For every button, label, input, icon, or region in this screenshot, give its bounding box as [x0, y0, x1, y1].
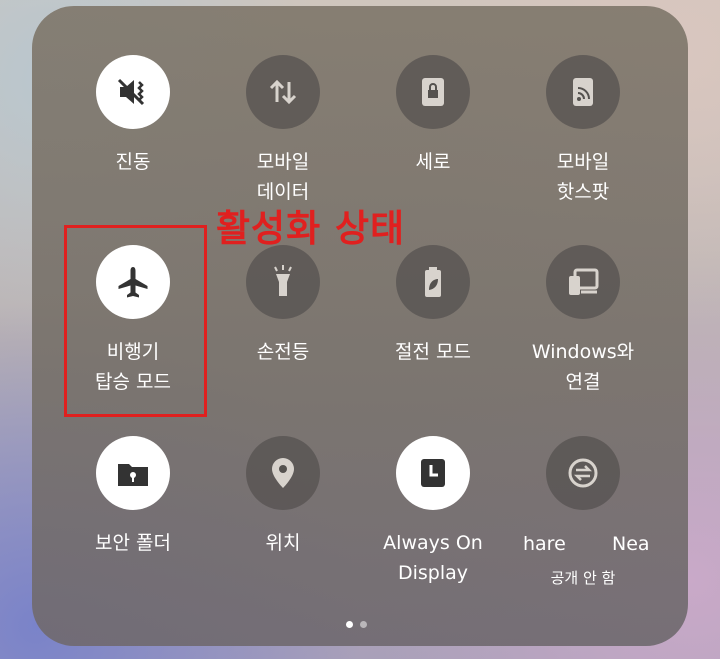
tile-label: 진동 — [115, 151, 151, 173]
page-dot-active[interactable] — [346, 621, 353, 628]
annotation-highlight-box — [64, 225, 207, 417]
tile-label: 손전등 — [256, 341, 310, 363]
battery-saver-icon — [396, 245, 470, 319]
secure-folder-icon — [96, 436, 170, 510]
annotation-text: 활성화 상태 — [216, 207, 406, 250]
vibrate-mute-icon — [96, 55, 170, 129]
quick-share-sublabel: 공개 안 함 — [550, 569, 616, 587]
tile-label: 절전 모드 — [395, 341, 471, 363]
mobile-data-icon — [246, 55, 320, 129]
tile-label: 보안 폴더 — [95, 532, 171, 554]
tile-label: 세로 — [415, 151, 451, 173]
page-indicator — [346, 621, 367, 628]
quick-share-icon — [546, 436, 620, 510]
location-icon — [246, 436, 320, 510]
tile-label: 위치 — [265, 532, 301, 554]
hotspot-icon — [546, 55, 620, 129]
page-dot[interactable] — [360, 621, 367, 628]
tile-label: Always On Display — [383, 532, 483, 584]
portrait-lock-icon — [396, 55, 470, 129]
flashlight-icon — [246, 245, 320, 319]
tile-label: 모바일 핫스팟 — [556, 151, 610, 203]
quick-share-label-right: Nea — [612, 533, 650, 555]
quick-share-label-left: hare — [523, 533, 566, 555]
tile-label: Windows와 연결 — [531, 341, 635, 393]
clock-icon — [396, 436, 470, 510]
link-to-windows-icon — [546, 245, 620, 319]
